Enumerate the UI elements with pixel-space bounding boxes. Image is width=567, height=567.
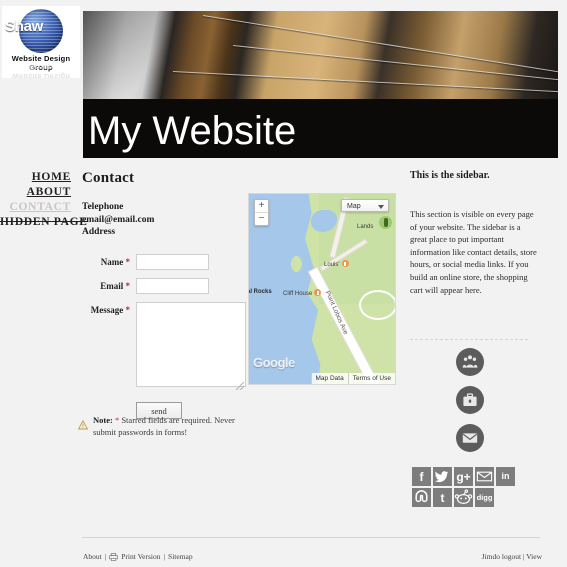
form-note: Note: * Starred fields are required. Nev… bbox=[78, 414, 253, 438]
map-type-label: Map bbox=[347, 203, 361, 210]
nav-item-home[interactable]: HOME bbox=[0, 170, 74, 185]
linkedin-share-button[interactable]: in bbox=[496, 467, 515, 486]
required-mark: * bbox=[125, 305, 131, 315]
nav-item-contact[interactable]: CONTACT bbox=[0, 200, 74, 215]
footer-separator: | bbox=[104, 552, 107, 561]
map-road-loop bbox=[359, 290, 395, 320]
sidebar-circle-icons bbox=[456, 348, 484, 462]
email-label-text: Email bbox=[100, 281, 124, 291]
twitter-share-button[interactable] bbox=[433, 467, 452, 486]
note-star: * bbox=[114, 415, 120, 425]
linkedin-icon: in bbox=[501, 471, 510, 481]
digg-icon: digg bbox=[476, 492, 493, 502]
sidebar-title: This is the sidebar. bbox=[410, 170, 490, 181]
message-label: Message * bbox=[82, 302, 136, 318]
view-link[interactable]: View bbox=[526, 552, 542, 561]
printer-icon bbox=[109, 552, 118, 561]
social-share-grid: f g+ in t digg bbox=[412, 467, 516, 509]
sidebar: This is the sidebar. This section is vis… bbox=[410, 170, 538, 452]
banner-title: My Website bbox=[88, 109, 297, 153]
restaurant-marker-icon bbox=[341, 260, 349, 267]
map-data-link[interactable]: Map Data bbox=[310, 373, 348, 384]
map-type-dropdown[interactable]: Map bbox=[341, 199, 389, 212]
social-row-2: t digg bbox=[412, 488, 516, 507]
google-map[interactable]: Point Lobos Ave Lands Louis' al Rocks Cl… bbox=[248, 193, 396, 385]
name-label-text: Name bbox=[100, 257, 124, 267]
logo-sphere-text: Shaw bbox=[5, 18, 43, 35]
reddit-share-button[interactable] bbox=[454, 488, 473, 507]
jimdo-logout-link[interactable]: Jimdo logout bbox=[482, 552, 521, 561]
email-input[interactable] bbox=[136, 278, 209, 294]
people-icon bbox=[462, 355, 478, 368]
envelope-icon bbox=[462, 433, 478, 443]
page-title: Contact bbox=[82, 170, 135, 186]
tumblr-share-button[interactable]: t bbox=[433, 488, 452, 507]
name-label: Name * bbox=[82, 254, 136, 270]
footer-left-links: About | Print Version | Sitemap bbox=[83, 552, 193, 561]
twitter-icon bbox=[434, 471, 449, 483]
message-label-text: Message bbox=[90, 305, 124, 315]
map-zoom-controls[interactable]: + − bbox=[254, 199, 269, 226]
required-mark: * bbox=[125, 281, 131, 291]
nav-item-about[interactable]: ABOUT bbox=[0, 185, 74, 200]
footer-divider bbox=[82, 537, 540, 538]
page-root: Shaw Website Design Group Website Design… bbox=[0, 0, 567, 567]
footer-print-version-link[interactable]: Print Version bbox=[121, 552, 160, 561]
stumbleupon-icon bbox=[415, 490, 428, 503]
google-plus-icon: g+ bbox=[456, 469, 471, 484]
facebook-share-button[interactable]: f bbox=[412, 467, 431, 486]
briefcase-icon bbox=[463, 393, 477, 406]
main-navigation[interactable]: HOME ABOUT CONTACT HIDDEN PAGE bbox=[0, 170, 87, 230]
map-zoom-out-button[interactable]: − bbox=[255, 213, 268, 225]
site-logo[interactable]: Shaw Website Design Group Website Design… bbox=[2, 6, 80, 78]
restaurant-marker-icon bbox=[314, 289, 322, 296]
logo-tagline-reflection: Website Design Group bbox=[11, 63, 71, 78]
google-watermark: Google bbox=[253, 355, 295, 370]
facebook-icon: f bbox=[419, 469, 424, 484]
pegman-icon[interactable] bbox=[379, 216, 392, 229]
map-poi-louis: Louis' bbox=[324, 260, 349, 268]
footer-right-links: Jimdo logout | View bbox=[482, 552, 542, 561]
email-share-button[interactable] bbox=[475, 467, 494, 486]
required-mark: * bbox=[125, 257, 131, 267]
map-islet bbox=[291, 256, 302, 272]
name-input[interactable] bbox=[136, 254, 209, 270]
message-textarea[interactable] bbox=[136, 302, 246, 387]
warning-triangle-icon bbox=[78, 420, 88, 430]
email-label: Email * bbox=[82, 278, 136, 294]
envelope-icon-button[interactable] bbox=[456, 424, 484, 452]
map-attribution[interactable]: Map Data Terms of Use bbox=[310, 373, 395, 384]
map-zoom-in-button[interactable]: + bbox=[255, 200, 268, 213]
footer-separator: | bbox=[522, 552, 525, 561]
email-icon bbox=[476, 471, 493, 482]
digg-share-button[interactable]: digg bbox=[475, 488, 494, 507]
reddit-icon bbox=[454, 489, 473, 505]
tumblr-icon: t bbox=[440, 490, 445, 505]
nav-item-hidden-page[interactable]: HIDDEN PAGE bbox=[0, 215, 87, 230]
briefcase-icon-button[interactable] bbox=[456, 386, 484, 414]
people-icon-button[interactable] bbox=[456, 348, 484, 376]
map-poi-cliff-house: Cliff House bbox=[283, 289, 322, 297]
stumbleupon-share-button[interactable] bbox=[412, 488, 431, 507]
chevron-down-icon bbox=[378, 205, 384, 209]
note-prefix: Note: bbox=[93, 415, 113, 425]
message-wrapper bbox=[136, 302, 246, 392]
map-poi-seal-rocks: al Rocks bbox=[248, 289, 272, 295]
footer-separator: | bbox=[163, 552, 166, 561]
hero-banner: My Website bbox=[83, 11, 558, 158]
terms-of-use-link[interactable]: Terms of Use bbox=[347, 373, 395, 384]
footer-about-link[interactable]: About bbox=[83, 552, 102, 561]
map-poi-cliff-house-label: Cliff House bbox=[283, 291, 313, 297]
sidebar-divider bbox=[410, 339, 528, 340]
map-poi-lands: Lands bbox=[357, 224, 374, 230]
googleplus-share-button[interactable]: g+ bbox=[454, 467, 473, 486]
sidebar-body: This section is visible on every page of… bbox=[410, 209, 537, 295]
note-text: Note: * Starred fields are required. Nev… bbox=[93, 414, 253, 438]
map-poi-louis-label: Louis' bbox=[324, 262, 340, 268]
site-header: Shaw Website Design Group Website Design… bbox=[0, 0, 567, 158]
footer-sitemap-link[interactable]: Sitemap bbox=[168, 552, 193, 561]
social-row-1: f g+ in bbox=[412, 467, 516, 486]
